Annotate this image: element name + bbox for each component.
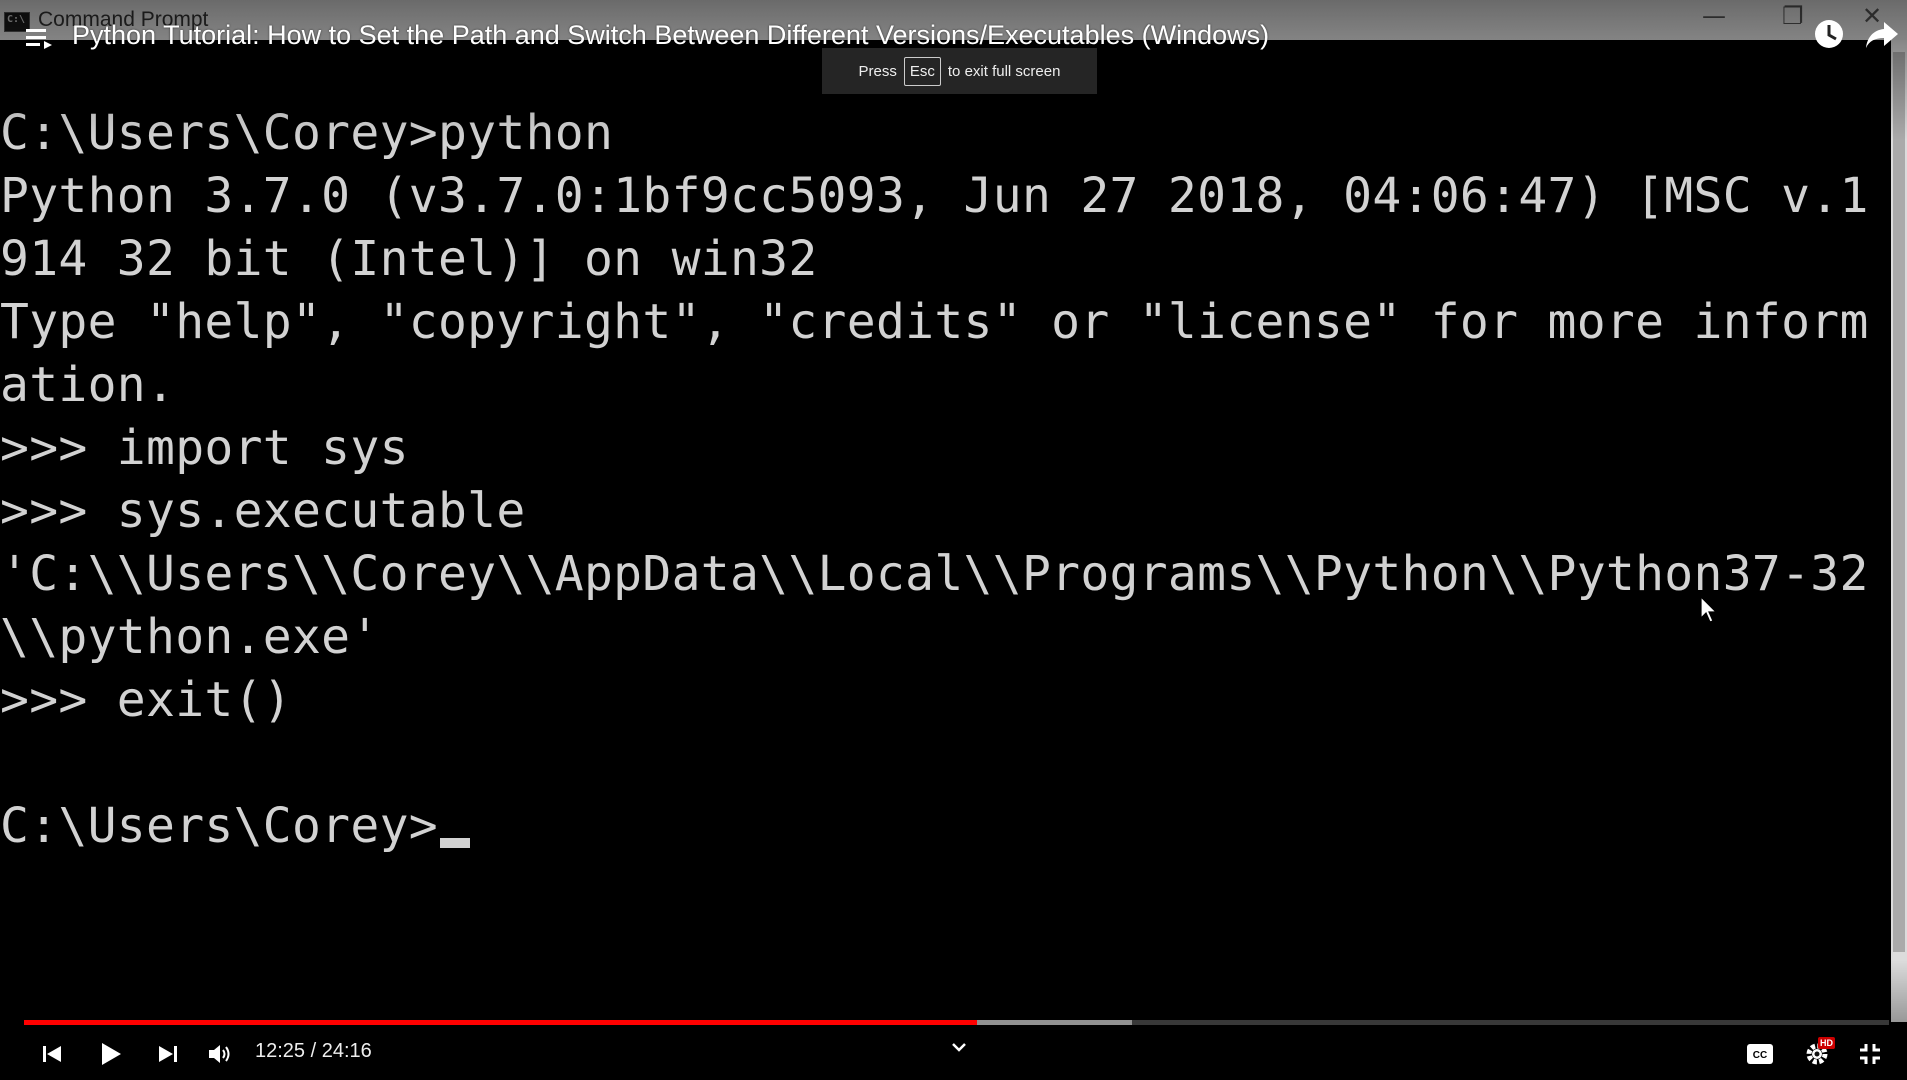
- progress-played: [24, 1020, 977, 1025]
- watch-later-icon[interactable]: [1811, 16, 1847, 52]
- share-icon[interactable]: [1864, 16, 1900, 52]
- previous-icon: [43, 1046, 61, 1062]
- console-line: 914 32 bit (Intel)] on win32: [0, 231, 818, 287]
- console-line: >>> exit(): [0, 672, 292, 728]
- console-line: \\python.exe': [0, 609, 380, 665]
- esc-key: Esc: [903, 56, 941, 86]
- console-line: ation.: [0, 357, 176, 413]
- progress-bar[interactable]: [24, 1020, 1889, 1025]
- console-scrollbar-thumb: [1893, 52, 1905, 952]
- next-icon: [159, 1046, 177, 1062]
- console-line: >>> sys.executable: [0, 483, 526, 539]
- toast-suffix: to exit full screen: [947, 62, 1061, 80]
- play-icon: [102, 1043, 121, 1065]
- minimize-icon: —: [1702, 2, 1726, 30]
- exit-fullscreen-button[interactable]: [1850, 1034, 1890, 1074]
- captions-button[interactable]: CC: [1740, 1034, 1780, 1074]
- next-button[interactable]: [148, 1034, 188, 1074]
- volume-icon: [209, 1045, 230, 1063]
- svg-text:CC: CC: [1753, 1050, 1767, 1061]
- console-line: 'C:\\Users\\Corey\\AppData\\Local\\Progr…: [0, 546, 1869, 602]
- video-title[interactable]: Python Tutorial: How to Set the Path and…: [72, 20, 1269, 51]
- console-line: Python 3.7.0 (v3.7.0:1bf9cc5093, Jun 27 …: [0, 168, 1869, 224]
- time-display: 12:25 / 24:16: [255, 1040, 372, 1062]
- chevron-down-icon[interactable]: [948, 1036, 970, 1058]
- console-output: C:\Users\Corey>python Python 3.7.0 (v3.7…: [0, 105, 1895, 1005]
- mouse-pointer-icon: [1700, 596, 1718, 623]
- play-button[interactable]: [90, 1034, 130, 1074]
- previous-button[interactable]: [32, 1034, 72, 1074]
- console-line: C:\Users\Corey>python: [0, 105, 614, 161]
- captions-icon: CC: [1747, 1044, 1773, 1064]
- text-cursor: [439, 838, 470, 848]
- hd-badge: HD: [1818, 1037, 1835, 1049]
- toast-prefix: Press: [858, 62, 897, 80]
- video-player[interactable]: C:\ Command Prompt — ❐ ✕ C:\Users\Corey>…: [0, 0, 1907, 1080]
- restore-icon: ❐: [1782, 2, 1804, 30]
- console-line: Type "help", "copyright", "credits" or "…: [0, 294, 1869, 350]
- exit-fullscreen-icon: [1860, 1044, 1880, 1064]
- console-prompt-line: C:\Users\Corey>: [0, 798, 1895, 861]
- fullscreen-toast: Press Esc to exit full screen: [822, 48, 1097, 94]
- playlist-menu-icon[interactable]: [26, 26, 54, 50]
- settings-button[interactable]: HD: [1797, 1034, 1837, 1074]
- console-line: >>> import sys: [0, 420, 409, 476]
- console-prompt: C:\Users\Corey>: [0, 798, 438, 854]
- volume-button[interactable]: [200, 1034, 240, 1074]
